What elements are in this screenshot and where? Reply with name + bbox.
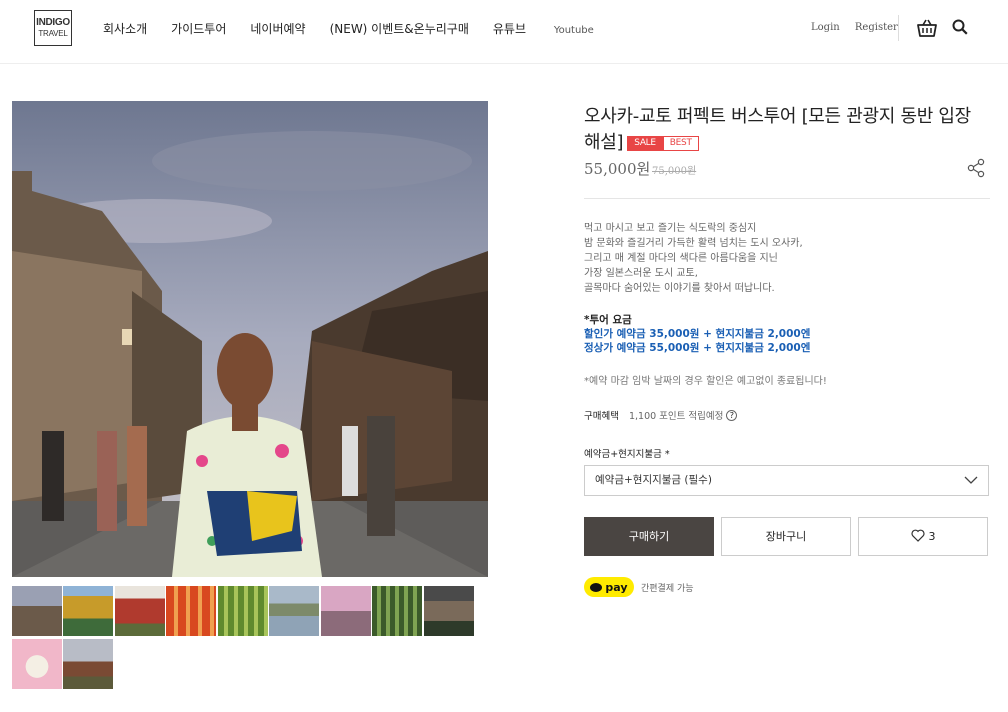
description-line: 그리고 매 계절 마다의 색다른 아름다움을 지닌 (584, 253, 778, 264)
discount-notice: *예약 마감 임박 날짜의 경우 할인은 예고없이 종료됩니다! (584, 376, 827, 387)
kakaopay-label: pay (605, 580, 628, 594)
product-description: 먹고 마시고 보고 즐기는 식도락의 중심지 밤 문화와 즐길거리 가득한 활력… (584, 221, 803, 296)
kakao-bubble-icon (590, 582, 603, 592)
logo-line2: TRAVEL (38, 29, 68, 38)
thumbnail-1[interactable] (12, 586, 62, 636)
description-line: 먹고 마시고 보고 즐기는 식도락의 중심지 (584, 223, 757, 234)
sale-badge: SALE (627, 136, 663, 151)
option-selected-value: 예약금+현지지불금 (필수) (595, 474, 712, 486)
nav-item-guide-tour[interactable]: 가이드투어 (171, 20, 226, 37)
thumbnail-5[interactable] (218, 586, 268, 636)
fee-regular: 정상가 예약금 55,000원 + 현지지불금 2,000엔 (584, 342, 811, 354)
register-link[interactable]: Register (855, 22, 898, 33)
basket-icon[interactable] (916, 17, 938, 39)
chevron-down-icon (964, 476, 978, 484)
nav-item-youtube[interactable]: 유튜브 Youtube (493, 20, 618, 37)
thumbnail-9[interactable] (424, 586, 474, 636)
benefit-label: 구매혜택 (584, 411, 619, 422)
logo-line1: INDIGO (36, 17, 70, 28)
nav-item-naver-booking[interactable]: 네이버예약 (250, 20, 305, 37)
description-line: 밤 문화와 즐길거리 가득한 활력 넘치는 도시 오사카, (584, 238, 803, 249)
option-label: 예약금+현지지불금 * (584, 449, 670, 460)
like-button[interactable]: 3 (858, 517, 988, 556)
thumbnail-10[interactable] (12, 639, 62, 689)
description-line: 가장 일본스러운 도시 교토, (584, 268, 698, 279)
kakaopay-text: 간편결제 가능 (641, 584, 694, 594)
buy-button[interactable]: 구매하기 (584, 517, 714, 556)
benefit-points: 1,100 포인트 적립예정 (628, 411, 724, 422)
cart-button[interactable]: 장바구니 (721, 517, 851, 556)
product-title: 오사카-교토 퍼펙트 버스투어 [모든 관광지 동반 입장 해설] SALE BES… (584, 104, 990, 156)
site-header: INDIGO TRAVEL 회사소개 가이드투어 네이버예약 (NEW) 이벤트… (0, 0, 1008, 64)
like-count: 3 (928, 530, 936, 543)
login-link[interactable]: Login (811, 22, 840, 33)
fee-heading: *투어 요금 (584, 314, 632, 326)
sale-price: 55,000원 (584, 160, 651, 178)
thumbnail-2[interactable] (63, 586, 113, 636)
purchase-benefit: 구매혜택 1,100 포인트 적립예정 ? (584, 408, 738, 422)
thumbnail-4[interactable] (166, 586, 216, 636)
header-divider (898, 15, 899, 41)
thumbnail-11[interactable] (63, 639, 113, 689)
description-line: 골목마다 숨어있는 이야기를 찾아서 떠납니다. (584, 283, 775, 294)
nav-item-event[interactable]: (NEW) 이벤트&온누리구매 (330, 20, 469, 37)
thumbnail-6[interactable] (269, 586, 319, 636)
best-badge: BEST (662, 136, 699, 151)
main-product-image[interactable] (12, 101, 488, 577)
site-logo[interactable]: INDIGO TRAVEL (34, 10, 72, 46)
auth-links: Login Register (811, 22, 910, 33)
thumbnail-8[interactable] (372, 586, 422, 636)
fee-discount: 할인가 예약금 35,000원 + 현지지불금 2,000엔 (584, 328, 811, 340)
nav-item-company[interactable]: 회사소개 (103, 20, 147, 37)
tour-fee: *투어 요금 할인가 예약금 35,000원 + 현지지불금 2,000엔 정상… (584, 313, 810, 355)
nav-youtube-label: 유튜브 (492, 22, 526, 36)
thumbnail-3[interactable] (115, 586, 165, 636)
heart-icon (910, 529, 925, 542)
nav-youtube-sub: Youtube (553, 25, 594, 36)
option-select[interactable]: 예약금+현지지불금 (필수) (584, 465, 989, 496)
help-icon[interactable]: ? (726, 409, 738, 421)
search-icon[interactable] (952, 19, 968, 35)
kakaopay-badge: pay (584, 577, 634, 597)
divider (584, 198, 990, 199)
thumbnail-7[interactable] (321, 586, 371, 636)
share-icon[interactable] (966, 158, 986, 178)
original-price: 75,000원 (652, 166, 697, 177)
main-nav: 회사소개 가이드투어 네이버예약 (NEW) 이벤트&온누리구매 유튜브 You… (103, 20, 642, 37)
